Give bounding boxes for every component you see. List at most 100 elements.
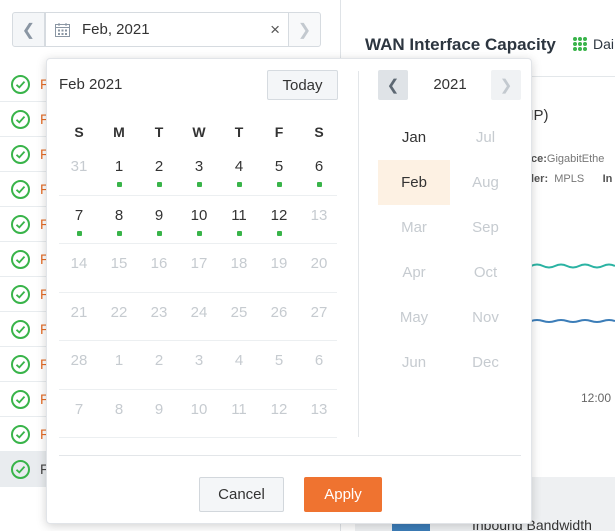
chevron-right-icon: ❯ — [297, 21, 312, 39]
calendar-week-row: 7 8 9 10 11 12 13 — [59, 196, 339, 244]
calendar-day-number: 9 — [154, 400, 164, 418]
data-available-dot-icon — [76, 230, 82, 236]
month-cell: Oct — [473, 264, 498, 281]
calendar-day-number: 21 — [70, 303, 88, 321]
calendar-day: 3 — [179, 341, 219, 389]
calendar-day-number: 7 — [74, 400, 84, 418]
calendar-weeks: 31 1 2 3 4 5 6 7 8 9 10 11 12 13 14 15 16 17 18 19 20 21 22 23 2… — [59, 147, 337, 438]
calendar-day[interactable]: 11 — [219, 196, 259, 244]
check-circle-icon — [11, 354, 30, 374]
month-grid: Jan Jul Feb Aug Mar Sep Apr Oct May Nov Jun Dec — [378, 115, 521, 385]
weekday-label: S — [74, 124, 84, 140]
picker-divider — [358, 71, 359, 437]
view-selector[interactable]: Dai — [593, 36, 614, 52]
calendar-day[interactable]: 9 — [139, 196, 179, 244]
calendar-day[interactable]: 8 — [99, 196, 139, 244]
calendar-day[interactable]: 3 — [179, 147, 219, 195]
calendar-day[interactable]: 4 — [219, 147, 259, 195]
extra-key: In — [602, 173, 613, 185]
calendar-day-number: 8 — [114, 206, 124, 224]
calendar-day[interactable]: 10 — [179, 196, 219, 244]
data-available-dot-icon — [236, 182, 242, 187]
calendar-day: 31 — [59, 147, 99, 195]
check-circle-icon — [11, 109, 30, 129]
teal-series-line — [531, 263, 615, 269]
calendar-day-number: 20 — [310, 255, 328, 272]
calendar-day: 15 — [99, 244, 139, 292]
calendar-day-number: 22 — [110, 303, 128, 321]
date-input[interactable]: Feb, 2021 × — [45, 12, 289, 47]
calendar-day-number: 5 — [274, 352, 284, 369]
time-tick-label: 12:00 — [581, 391, 612, 405]
check-circle-icon — [11, 319, 30, 339]
month-picker-popover: Feb 2021 Today SMTWTFS 31 1 2 3 4 5 6 7 8 9 10 11 12… — [46, 58, 532, 524]
calendar-day: 25 — [219, 293, 259, 341]
calendar-day[interactable]: 12 — [259, 196, 299, 244]
calendar-day[interactable]: 2 — [139, 147, 179, 195]
calendar-day-number: 11 — [231, 206, 247, 224]
calendar-icon — [55, 22, 70, 37]
interface-key: ce: — [531, 153, 547, 165]
prev-year-button[interactable]: ❮ — [378, 70, 408, 100]
data-available-dot-icon — [196, 230, 202, 236]
calendar-day-number: 28 — [70, 352, 88, 369]
check-circle-icon — [11, 424, 30, 444]
calendar-day: 11 — [219, 390, 259, 438]
calendar-day: 10 — [179, 390, 219, 438]
prev-period-button[interactable]: ❮ — [12, 12, 45, 47]
data-available-dot-icon — [116, 182, 122, 187]
calendar-day: 6 — [299, 341, 339, 389]
data-available-dot-icon — [156, 230, 162, 236]
calendar-day-number: 13 — [310, 400, 328, 418]
month-cell[interactable]: Jan — [378, 115, 450, 160]
calendar-day-number: 14 — [70, 255, 88, 272]
check-circle-icon — [11, 74, 30, 94]
apply-button[interactable]: Apply — [304, 477, 382, 512]
clear-icon[interactable]: × — [270, 20, 280, 40]
calendar-day-number: 27 — [310, 303, 328, 321]
next-year-button[interactable]: ❯ — [491, 70, 521, 100]
data-available-dot-icon — [276, 182, 282, 187]
grid-icon[interactable] — [573, 37, 587, 51]
calendar-day[interactable]: 5 — [259, 147, 299, 195]
calendar-day[interactable]: 6 — [299, 147, 339, 195]
calendar-day-number: 13 — [310, 206, 328, 224]
calendar-day-number: 10 — [190, 400, 208, 418]
interface-meta: ce:GigabitEthe — [531, 153, 604, 165]
calendar-day[interactable]: 1 — [99, 147, 139, 195]
calendar-day: 5 — [259, 341, 299, 389]
month-cell: Jun — [401, 354, 427, 371]
panel-title: WAN Interface Capacity — [365, 35, 556, 54]
calendar-day-number: 6 — [314, 352, 324, 369]
today-button[interactable]: Today — [267, 70, 338, 100]
calendar-day: 26 — [259, 293, 299, 341]
calendar-day: 9 — [139, 390, 179, 438]
calendar-day: 17 — [179, 244, 219, 292]
calendar-month-label: Feb 2021 — [59, 76, 123, 93]
calendar-day-number: 10 — [190, 206, 208, 224]
check-circle-icon — [11, 284, 30, 304]
calendar-day[interactable]: 7 — [59, 196, 99, 244]
month-cell[interactable]: Feb — [378, 160, 450, 205]
calendar-day: 21 — [59, 293, 99, 341]
calendar-day-number: 31 — [70, 158, 88, 175]
calendar-day-number: 12 — [270, 206, 288, 224]
calendar-day: 22 — [99, 293, 139, 341]
calendar-day-number: 24 — [190, 303, 208, 321]
calendar-day-number: 19 — [270, 255, 288, 272]
calendar-day: 13 — [299, 196, 339, 244]
cancel-button[interactable]: Cancel — [199, 477, 284, 512]
check-circle-icon — [11, 144, 30, 164]
date-toolbar: ❮ Feb, 2021 × ❯ — [0, 0, 340, 58]
calendar-day: 13 — [299, 390, 339, 438]
calendar-day-number: 6 — [314, 158, 324, 175]
next-period-button[interactable]: ❯ — [288, 12, 321, 47]
calendar-day: 1 — [99, 341, 139, 389]
chevron-left-icon: ❮ — [386, 77, 400, 94]
year-label: 2021 — [433, 76, 467, 93]
chevron-left-icon: ❮ — [21, 21, 36, 39]
blue-series-line — [531, 319, 615, 323]
calendar-day-number: 18 — [230, 255, 248, 272]
calendar-day-number: 17 — [190, 255, 208, 272]
weekday-label: S — [314, 124, 324, 140]
